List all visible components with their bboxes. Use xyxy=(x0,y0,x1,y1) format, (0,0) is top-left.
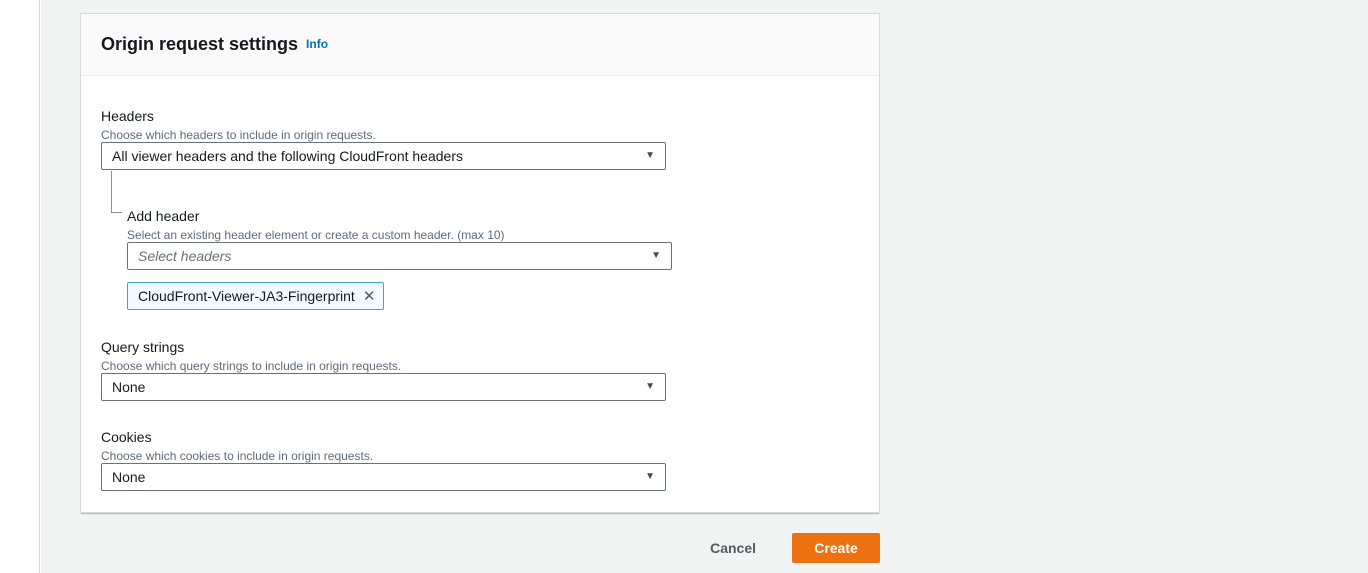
panel-header: Origin request settings Info xyxy=(81,14,879,76)
form-actions: Cancel Create xyxy=(80,533,880,563)
left-rail xyxy=(0,0,40,573)
page: Origin request settings Info Headers Choo… xyxy=(0,0,1368,573)
cookies-select[interactable]: None ▼ xyxy=(101,463,666,491)
connector-line xyxy=(111,171,122,213)
token-label: CloudFront-Viewer-JA3-Fingerprint xyxy=(138,288,355,304)
headers-select[interactable]: All viewer headers and the following Clo… xyxy=(101,142,666,170)
add-header-select[interactable]: Select headers ▼ xyxy=(127,242,672,270)
add-header-label: Add header xyxy=(127,208,199,224)
query-strings-select-value: None xyxy=(112,379,637,395)
create-button[interactable]: Create xyxy=(792,533,880,563)
headers-select-value: All viewer headers and the following Clo… xyxy=(112,148,637,164)
origin-request-settings-panel: Origin request settings Info Headers Choo… xyxy=(80,13,880,513)
cookies-description: Choose which cookies to include in origi… xyxy=(101,449,373,463)
cookies-select-value: None xyxy=(112,469,637,485)
info-link[interactable]: Info xyxy=(306,37,328,51)
chevron-down-icon: ▼ xyxy=(645,472,655,482)
cancel-button[interactable]: Cancel xyxy=(702,536,764,560)
chevron-down-icon: ▼ xyxy=(645,382,655,392)
add-header-description: Select an existing header element or cre… xyxy=(127,228,505,242)
query-strings-label: Query strings xyxy=(101,339,184,355)
query-strings-description: Choose which query strings to include in… xyxy=(101,359,401,373)
query-strings-select[interactable]: None ▼ xyxy=(101,373,666,401)
cookies-label: Cookies xyxy=(101,429,152,445)
close-icon[interactable]: ✕ xyxy=(363,289,376,304)
headers-description: Choose which headers to include in origi… xyxy=(101,128,376,142)
panel-title: Origin request settings xyxy=(101,34,298,55)
headers-label: Headers xyxy=(101,108,154,124)
chevron-down-icon: ▼ xyxy=(651,251,661,261)
add-header-select-placeholder: Select headers xyxy=(138,248,643,264)
selected-header-token: CloudFront-Viewer-JA3-Fingerprint ✕ xyxy=(127,282,384,310)
chevron-down-icon: ▼ xyxy=(645,151,655,161)
